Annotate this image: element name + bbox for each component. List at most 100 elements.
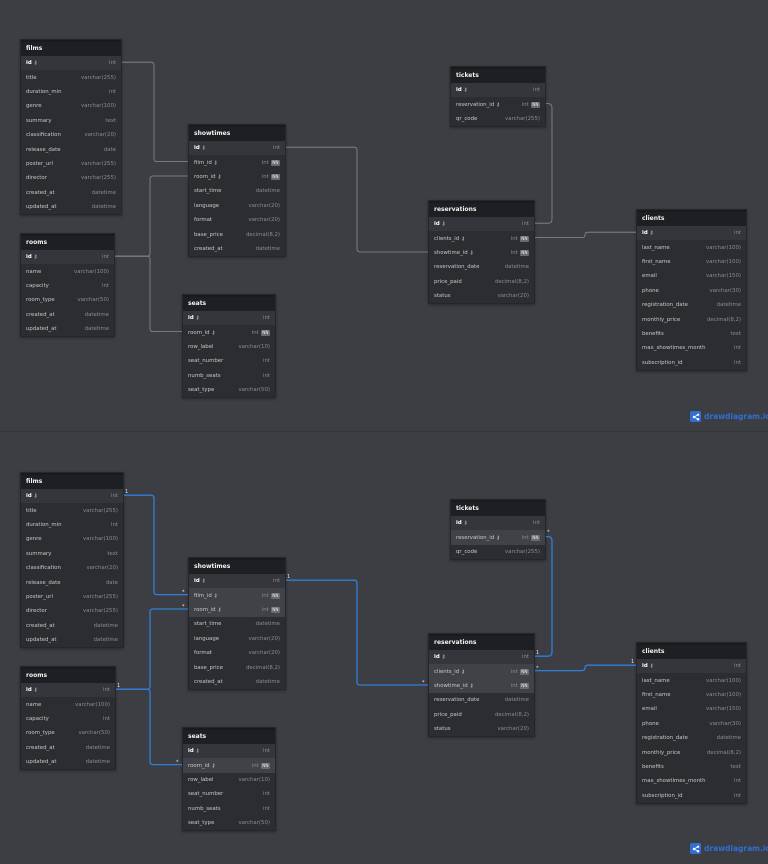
- field-row[interactable]: created_at datetime: [21, 308, 114, 322]
- field-row[interactable]: created_at datetime: [21, 619, 123, 633]
- table-reservations[interactable]: reservations id ⚷ int clients_id ⚷ int NN showti…: [428, 633, 535, 738]
- field-row[interactable]: price_paid decimal(8,2): [429, 275, 534, 289]
- field-row[interactable]: title varchar(255): [21, 503, 123, 517]
- table-seats[interactable]: seats id ⚷ int room_id ⚷ int NN row_label varchar…: [182, 294, 276, 399]
- field-row[interactable]: id ⚷ int: [637, 659, 746, 674]
- field-row[interactable]: id ⚷ int: [21, 250, 114, 265]
- field-row[interactable]: reservation_id ⚷ int NN: [451, 530, 545, 545]
- field-row[interactable]: qr_code varchar(255): [451, 545, 545, 559]
- field-row[interactable]: format varchar(20): [189, 646, 285, 660]
- field-row[interactable]: duration_min int: [21, 85, 121, 99]
- field-row[interactable]: id ⚷ int: [189, 574, 285, 589]
- field-row[interactable]: release_date date: [21, 575, 123, 589]
- field-row[interactable]: status varchar(20): [429, 289, 534, 303]
- field-row[interactable]: id ⚷ int: [21, 56, 121, 71]
- field-row[interactable]: reservation_date datetime: [429, 693, 534, 707]
- field-row[interactable]: format varchar(20): [189, 213, 285, 227]
- field-row[interactable]: registration_date datetime: [637, 731, 746, 745]
- field-row[interactable]: seat_type varchar(50): [183, 816, 275, 830]
- table-clients[interactable]: clients id ⚷ int last_name varchar(100) first_…: [636, 209, 747, 371]
- field-row[interactable]: last_name varchar(100): [637, 240, 746, 254]
- field-row[interactable]: seat_type varchar(50): [183, 383, 275, 397]
- field-row[interactable]: room_id ⚷ int NN: [189, 170, 285, 184]
- field-row[interactable]: benefits text: [637, 760, 746, 774]
- field-row[interactable]: updated_at datetime: [21, 755, 115, 769]
- field-row[interactable]: reservation_id ⚷ int NN: [451, 97, 545, 111]
- field-row[interactable]: updated_at datetime: [21, 633, 123, 647]
- field-row[interactable]: room_id ⚷ int NN: [189, 602, 285, 618]
- field-row[interactable]: price_paid decimal(8,2): [429, 708, 534, 722]
- field-row[interactable]: id ⚷ int: [183, 311, 275, 326]
- field-row[interactable]: first_name varchar(100): [637, 688, 746, 702]
- field-row[interactable]: classification varchar(20): [21, 128, 121, 142]
- field-row[interactable]: id ⚷ int: [451, 83, 545, 98]
- field-row[interactable]: poster_url varchar(255): [21, 590, 123, 604]
- field-row[interactable]: id ⚷ int: [429, 650, 534, 665]
- field-row[interactable]: duration_min int: [21, 518, 123, 532]
- field-row[interactable]: language varchar(20): [189, 199, 285, 213]
- field-row[interactable]: id ⚷ int: [451, 516, 545, 531]
- field-row[interactable]: genre varchar(100): [21, 99, 121, 113]
- field-row[interactable]: benefits text: [637, 327, 746, 341]
- field-row[interactable]: id ⚷ int: [21, 683, 115, 698]
- field-row[interactable]: director varchar(255): [21, 604, 123, 618]
- table-rooms[interactable]: rooms id ⚷ int name varchar(100) capacity int ro…: [20, 666, 116, 771]
- field-row[interactable]: last_name varchar(100): [637, 673, 746, 687]
- field-row[interactable]: room_type varchar(50): [21, 293, 114, 307]
- field-row[interactable]: first_name varchar(100): [637, 255, 746, 269]
- field-row[interactable]: room_type varchar(50): [21, 726, 115, 740]
- field-row[interactable]: capacity int: [21, 712, 115, 726]
- field-row[interactable]: numb_seats int: [183, 369, 275, 383]
- field-row[interactable]: classification varchar(20): [21, 561, 123, 575]
- field-row[interactable]: capacity int: [21, 279, 114, 293]
- field-row[interactable]: name varchar(100): [21, 697, 115, 711]
- field-row[interactable]: title varchar(255): [21, 70, 121, 84]
- field-row[interactable]: row_label varchar(10): [183, 773, 275, 787]
- field-row[interactable]: id ⚷ int: [183, 744, 275, 759]
- field-row[interactable]: registration_date datetime: [637, 298, 746, 312]
- field-row[interactable]: name varchar(100): [21, 264, 114, 278]
- field-row[interactable]: genre varchar(100): [21, 532, 123, 546]
- field-row[interactable]: created_at datetime: [189, 242, 285, 256]
- field-row[interactable]: email varchar(150): [637, 702, 746, 716]
- table-tickets[interactable]: tickets id ⚷ int reservation_id ⚷ int NN qr_code…: [450, 66, 546, 128]
- field-row[interactable]: updated_at datetime: [21, 322, 114, 336]
- field-row[interactable]: id ⚷ int: [21, 489, 123, 504]
- field-row[interactable]: base_price decimal(8,2): [189, 227, 285, 241]
- table-tickets[interactable]: tickets id ⚷ int reservation_id ⚷ int NN qr_code…: [450, 499, 546, 561]
- field-row[interactable]: max_showtimes_month int: [637, 341, 746, 355]
- field-row[interactable]: language varchar(20): [189, 632, 285, 646]
- table-reservations[interactable]: reservations id ⚷ int clients_id ⚷ int NN showti…: [428, 200, 535, 305]
- table-films[interactable]: films id ⚷ int title varchar(255) duration_min…: [20, 472, 124, 649]
- field-row[interactable]: film_id ⚷ int NN: [189, 588, 285, 603]
- field-row[interactable]: room_id ⚷ int NN: [183, 325, 275, 339]
- field-row[interactable]: qr_code varchar(255): [451, 112, 545, 126]
- field-row[interactable]: monthly_price decimal(8,2): [637, 745, 746, 759]
- field-row[interactable]: seat_number int: [183, 787, 275, 801]
- field-row[interactable]: phone varchar(30): [637, 284, 746, 298]
- field-row[interactable]: reservation_date datetime: [429, 260, 534, 274]
- field-row[interactable]: showtime_id ⚷ int NN: [429, 678, 534, 694]
- field-row[interactable]: base_price decimal(8,2): [189, 660, 285, 674]
- field-row[interactable]: clients_id ⚷ int NN: [429, 231, 534, 245]
- field-row[interactable]: max_showtimes_month int: [637, 774, 746, 788]
- field-row[interactable]: updated_at datetime: [21, 200, 121, 214]
- table-clients[interactable]: clients id ⚷ int last_name varchar(100) first_…: [636, 642, 747, 804]
- field-row[interactable]: email varchar(150): [637, 269, 746, 283]
- field-row[interactable]: id ⚷ int: [637, 226, 746, 241]
- table-films[interactable]: films id ⚷ int title varchar(255) duration_min…: [20, 39, 122, 216]
- table-showtimes[interactable]: showtimes id ⚷ int film_id ⚷ int NN room_id ⚷ int N…: [188, 557, 286, 691]
- field-row[interactable]: monthly_price decimal(8,2): [637, 312, 746, 326]
- table-seats[interactable]: seats id ⚷ int room_id ⚷ int NN row_label varchar…: [182, 727, 276, 832]
- field-row[interactable]: created_at datetime: [21, 741, 115, 755]
- field-row[interactable]: summary text: [21, 547, 123, 561]
- field-row[interactable]: film_id ⚷ int NN: [189, 155, 285, 169]
- field-row[interactable]: numb_seats int: [183, 802, 275, 816]
- field-row[interactable]: director varchar(255): [21, 171, 121, 185]
- field-row[interactable]: start_time datetime: [189, 184, 285, 198]
- field-row[interactable]: subscription_id int: [637, 356, 746, 370]
- field-row[interactable]: phone varchar(30): [637, 717, 746, 731]
- field-row[interactable]: room_id ⚷ int NN: [183, 758, 275, 773]
- field-row[interactable]: start_time datetime: [189, 617, 285, 631]
- field-row[interactable]: row_label varchar(10): [183, 340, 275, 354]
